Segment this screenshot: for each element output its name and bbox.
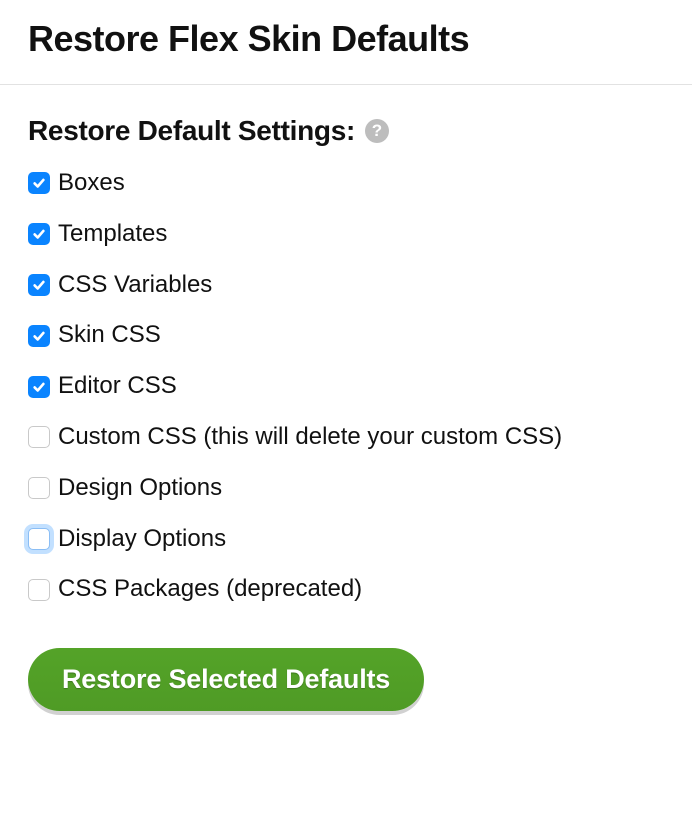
section-header: Restore Default Settings: ? <box>28 115 664 147</box>
checkbox[interactable] <box>28 376 50 398</box>
option-label[interactable]: Editor CSS <box>58 372 177 401</box>
checkbox[interactable] <box>28 172 50 194</box>
help-icon[interactable]: ? <box>365 119 389 143</box>
restore-defaults-button[interactable]: Restore Selected Defaults <box>28 648 424 711</box>
checkbox[interactable] <box>28 579 50 601</box>
option-label[interactable]: CSS Variables <box>58 271 212 300</box>
option-label[interactable]: Templates <box>58 220 167 249</box>
checkbox[interactable] <box>28 274 50 296</box>
section-title: Restore Default Settings: <box>28 115 355 147</box>
option-label[interactable]: Boxes <box>58 169 125 198</box>
option-row: CSS Packages (deprecated) <box>28 575 664 604</box>
option-row: Boxes <box>28 169 664 198</box>
option-row: Display Options <box>28 525 664 554</box>
option-row: Design Options <box>28 474 664 503</box>
option-label[interactable]: Design Options <box>58 474 222 503</box>
checkbox[interactable] <box>28 528 50 550</box>
checkbox[interactable] <box>28 223 50 245</box>
checkbox[interactable] <box>28 477 50 499</box>
page-title: Restore Flex Skin Defaults <box>28 18 664 60</box>
checkbox[interactable] <box>28 426 50 448</box>
option-label[interactable]: Custom CSS (this will delete your custom… <box>58 423 562 452</box>
checkbox[interactable] <box>28 325 50 347</box>
option-row: CSS Variables <box>28 271 664 300</box>
option-label[interactable]: CSS Packages (deprecated) <box>58 575 362 604</box>
option-row: Editor CSS <box>28 372 664 401</box>
option-label[interactable]: Skin CSS <box>58 321 161 350</box>
option-row: Templates <box>28 220 664 249</box>
option-row: Custom CSS (this will delete your custom… <box>28 423 664 452</box>
divider <box>0 84 692 85</box>
option-row: Skin CSS <box>28 321 664 350</box>
options-list: Boxes Templates CSS Variables Skin CSS Edito… <box>28 169 664 604</box>
option-label[interactable]: Display Options <box>58 525 226 554</box>
